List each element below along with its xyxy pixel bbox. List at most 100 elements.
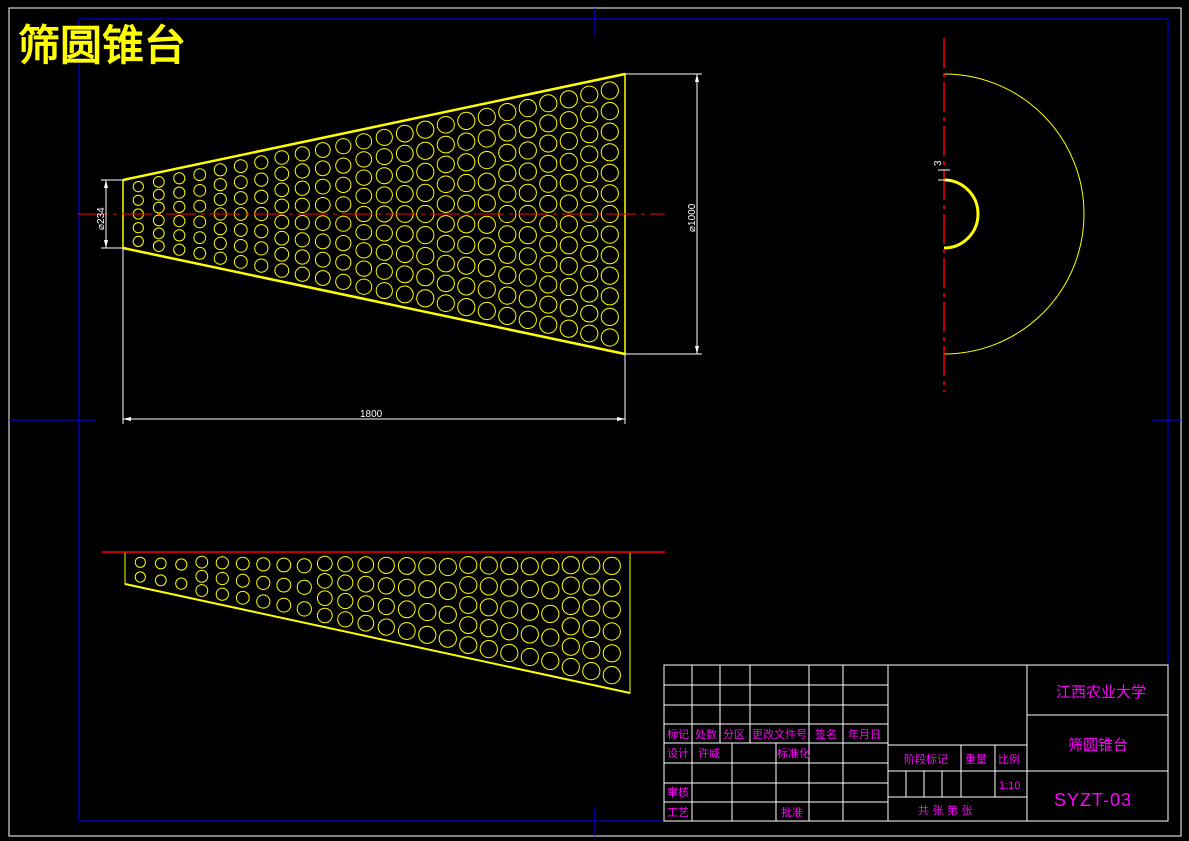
sieve-hole <box>600 246 619 265</box>
sieve-hole <box>498 225 517 244</box>
sieve-hole <box>459 596 478 614</box>
tb-standardize: 标准化 <box>777 746 810 760</box>
sieve-hole <box>193 215 207 229</box>
sieve-hole <box>314 215 331 232</box>
centering-marks <box>9 8 1181 836</box>
sieve-hole <box>600 225 619 244</box>
sieve-hole <box>580 284 599 303</box>
sieve-hole <box>498 286 517 305</box>
sieve-hole <box>235 573 250 588</box>
sieve-hole <box>416 183 435 202</box>
sieve-hole <box>397 557 416 575</box>
dimension-lines <box>101 73 702 424</box>
sieve-hole <box>539 174 558 193</box>
sieve-hole <box>377 618 395 636</box>
sieve-hole <box>233 191 248 205</box>
sieve-hole <box>213 163 227 177</box>
sieve-hole <box>397 622 416 640</box>
sieve-hole <box>375 282 393 300</box>
sieve-hole <box>256 594 271 609</box>
sieve-hole <box>375 167 393 185</box>
sieve-hole <box>254 241 269 256</box>
sieve-hole <box>459 636 478 654</box>
sieve-hole <box>477 172 496 191</box>
sieve-hole <box>154 557 167 570</box>
sieve-hole <box>602 644 621 663</box>
sieve-hole <box>436 195 455 213</box>
sieve-hole <box>559 319 578 338</box>
sieve-hole <box>539 275 558 294</box>
sieve-hole <box>152 176 165 188</box>
sieve-hole <box>559 131 578 151</box>
sieve-hole <box>498 245 517 264</box>
length-label: 1800 <box>360 409 383 420</box>
tb-part-name: 筛圆锥台 <box>1068 736 1128 754</box>
sieve-hole <box>518 141 537 160</box>
sieve-hole <box>436 175 455 194</box>
sieve-hole <box>375 224 393 242</box>
sieve-hole <box>582 662 601 681</box>
sieve-hole <box>175 558 188 571</box>
sieve-hole <box>173 186 186 199</box>
sieve-hole <box>600 81 619 100</box>
sieve-hole <box>195 569 209 583</box>
sieve-hole <box>498 103 517 122</box>
sieve-hole <box>602 666 621 685</box>
sieve-hole <box>580 125 599 144</box>
sieve-hole <box>477 215 496 234</box>
sieve-hole <box>294 163 310 179</box>
sieve-hole <box>314 197 331 213</box>
sieve-hole <box>457 235 476 255</box>
sieve-hole <box>559 257 578 276</box>
sieve-hole <box>213 222 227 236</box>
sieve-hole <box>377 577 395 595</box>
sieve-hole <box>477 301 496 321</box>
half-frustum-edge <box>124 583 631 694</box>
sieve-hole <box>600 143 619 162</box>
sieve-hole <box>337 574 354 591</box>
sieve-hole <box>416 141 435 160</box>
sieve-hole <box>580 244 599 263</box>
sieve-hole <box>436 254 455 273</box>
sieve-hole <box>559 111 578 130</box>
sieve-hole <box>498 184 517 203</box>
sieve-hole <box>395 164 414 183</box>
sieve-hole <box>479 556 498 575</box>
sieve-hole <box>132 194 144 206</box>
sieve-hole <box>477 258 496 277</box>
sieve-hole <box>254 155 269 170</box>
sieve-hole <box>152 240 165 253</box>
sieve-hole <box>498 143 517 162</box>
sieve-hole <box>134 556 146 568</box>
sieve-hole <box>457 153 476 172</box>
sieve-hole <box>296 579 312 595</box>
sieve-hole <box>274 230 290 246</box>
sieve-hole <box>193 184 207 197</box>
sieve-hole <box>520 579 539 599</box>
sieve-hole <box>438 581 457 601</box>
large-arc <box>943 73 1085 355</box>
sieve-hole <box>518 247 537 266</box>
sieve-hole <box>235 556 250 571</box>
sieve-hole <box>477 151 496 170</box>
sieve-hole <box>582 577 601 596</box>
sieve-hole <box>357 556 375 574</box>
sieve-hole <box>316 555 333 572</box>
sieve-hole <box>539 94 558 113</box>
sieve-hole <box>416 162 435 181</box>
sieve-hole <box>274 198 290 214</box>
sieve-hole <box>355 133 373 150</box>
sieve-hole <box>395 144 414 163</box>
sieve-hole <box>457 215 476 234</box>
sieve-hole <box>457 298 476 317</box>
sieve-hole <box>254 189 269 204</box>
sieve-holes-half <box>134 555 621 685</box>
sieve-hole <box>459 576 478 594</box>
sieve-hole <box>193 246 207 260</box>
tb-date: 年月日 <box>848 727 881 741</box>
sieve-hole <box>274 166 290 181</box>
drawing-title: 筛圆锥台 <box>18 21 186 70</box>
sieve-hole <box>395 225 414 244</box>
small-diameter-label: ⌀234 <box>96 207 107 230</box>
sieve-hole <box>294 197 310 213</box>
